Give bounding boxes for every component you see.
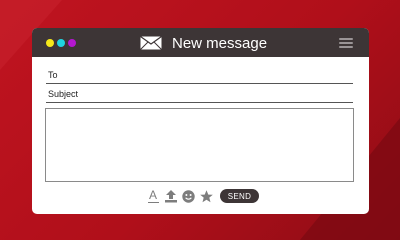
compose-window: New message To Subject A SEND — [32, 28, 369, 214]
window-title-group: New message — [140, 33, 267, 53]
window-dot-yellow[interactable] — [46, 39, 54, 47]
to-field[interactable]: To — [46, 66, 353, 84]
window-dot-magenta[interactable] — [68, 39, 76, 47]
envelope-icon — [140, 36, 162, 50]
subject-field[interactable]: Subject — [46, 85, 353, 103]
star-icon[interactable] — [200, 189, 213, 203]
emoji-icon[interactable] — [182, 189, 195, 203]
text-format-icon[interactable]: A — [148, 188, 160, 203]
to-label: To — [48, 70, 58, 80]
window-title: New message — [172, 34, 268, 52]
upload-icon[interactable] — [165, 189, 177, 203]
send-button[interactable]: SEND — [220, 189, 259, 203]
hamburger-menu-icon[interactable] — [339, 38, 353, 49]
subject-label: Subject — [48, 89, 79, 99]
compose-toolbar: A SEND — [148, 188, 259, 204]
message-body-textarea[interactable] — [45, 108, 354, 182]
window-dot-cyan[interactable] — [57, 39, 65, 47]
title-bar: New message — [32, 28, 369, 57]
